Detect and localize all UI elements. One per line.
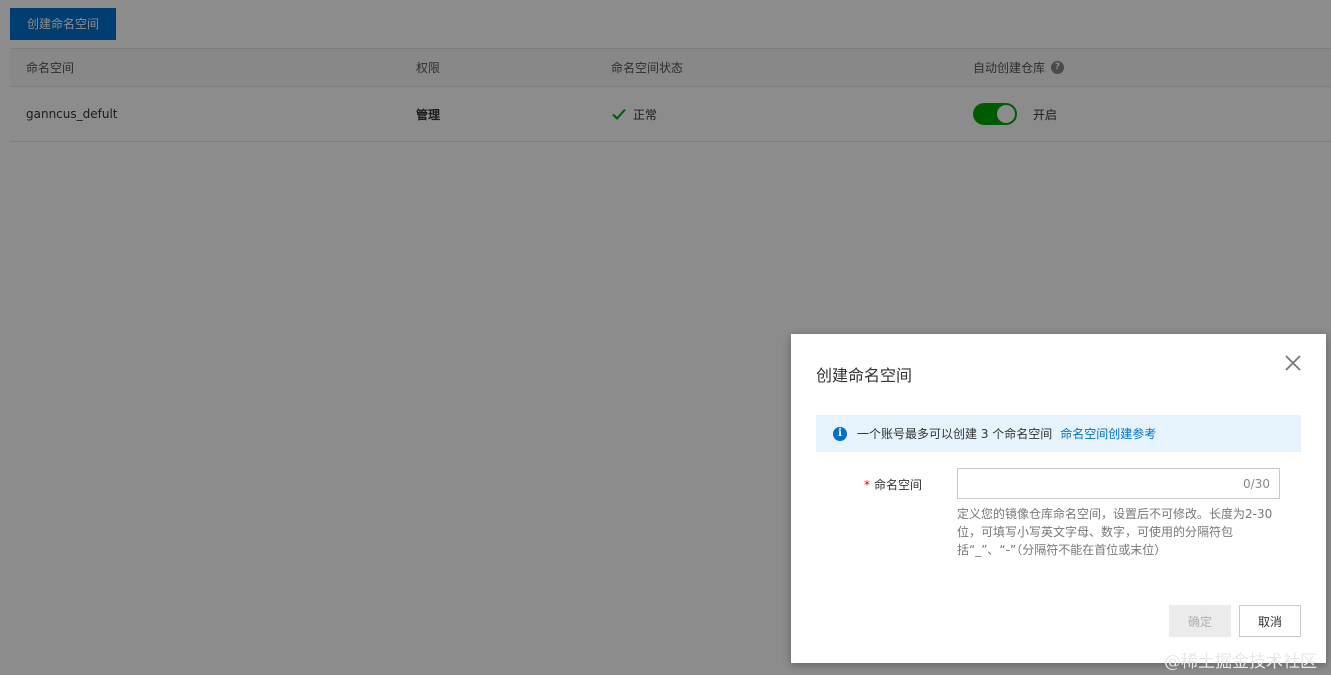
close-icon[interactable] [1284,354,1302,372]
watermark: @稀土掘金技术社区 [1164,652,1317,672]
required-mark: * [864,478,870,492]
info-icon: i [833,426,847,441]
info-text: 一个账号最多可以创建 3 个命名空间 [857,427,1053,441]
namespace-input-wrapper: 0/30 [957,468,1280,499]
namespace-reference-link[interactable]: 命名空间创建参考 [1060,425,1156,442]
namespace-input[interactable] [958,469,1279,498]
namespace-field-label-text: 命名空间 [874,478,923,492]
cancel-button[interactable]: 取消 [1239,605,1301,637]
confirm-button[interactable]: 确定 [1169,605,1231,637]
namespace-field-label: * 命名空间 [864,476,922,493]
dialog-title: 创建命名空间 [816,366,913,385]
character-counter: 0/30 [1243,477,1270,491]
info-bar: i 一个账号最多可以创建 3 个命名空间 命名空间创建参考 [816,415,1301,452]
create-namespace-dialog: 创建命名空间 i 一个账号最多可以创建 3 个命名空间 命名空间创建参考 * 命名… [791,334,1326,663]
namespace-hint: 定义您的镜像仓库命名空间，设置后不可修改。长度为2-30位，可填写小写英文字母、… [957,507,1273,557]
